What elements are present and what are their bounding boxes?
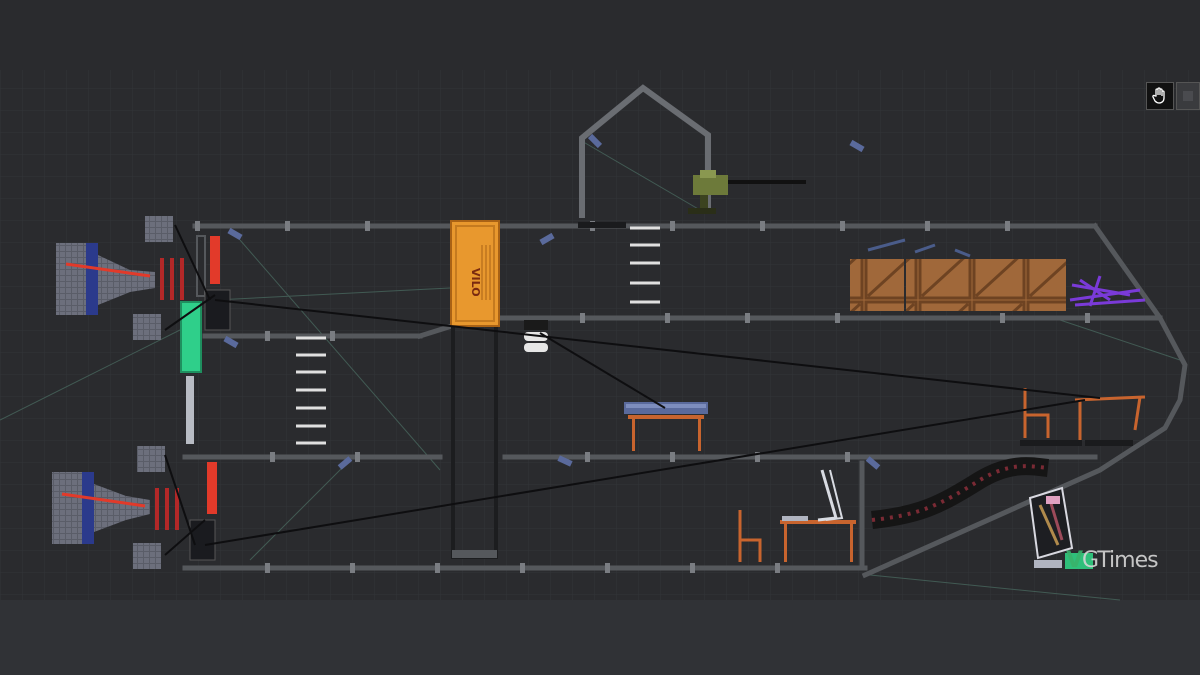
cargo-crates[interactable] bbox=[850, 259, 1066, 311]
elevator-floor bbox=[452, 550, 497, 558]
square-icon bbox=[1183, 91, 1193, 101]
hand-tool-button[interactable] bbox=[1146, 82, 1174, 110]
crate bbox=[1014, 259, 1066, 311]
roof-plate bbox=[578, 222, 626, 228]
floor-plate bbox=[1085, 440, 1133, 446]
hand-icon bbox=[1152, 87, 1165, 104]
crate bbox=[906, 259, 960, 311]
floor-plate bbox=[1020, 440, 1082, 446]
sandbox-scene[interactable]: VILO bbox=[0, 0, 1200, 675]
crate bbox=[960, 259, 1014, 311]
watermark-text: GTimes bbox=[1082, 548, 1159, 573]
crate bbox=[850, 259, 904, 311]
vilo-container[interactable]: VILO bbox=[450, 220, 500, 327]
ladder-lower bbox=[296, 336, 326, 445]
watermark-logo: V bbox=[1066, 548, 1083, 573]
ground-area bbox=[0, 600, 1200, 675]
container-label: VILO bbox=[469, 268, 482, 297]
game-viewport[interactable]: VILO VGTimes bbox=[0, 0, 1200, 675]
watermark: VGTimes bbox=[1066, 548, 1159, 573]
secondary-tool-button[interactable] bbox=[1176, 82, 1200, 110]
